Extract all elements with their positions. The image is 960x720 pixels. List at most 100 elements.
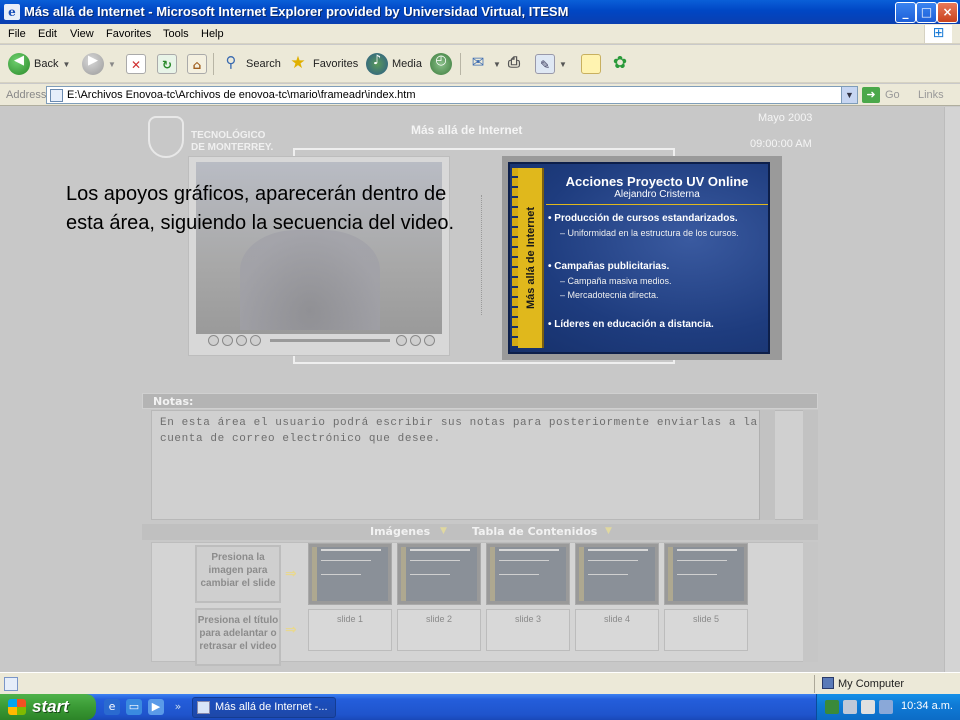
pause-icon[interactable] — [222, 335, 233, 346]
menu-help[interactable]: Help — [201, 28, 224, 40]
chevron-right-icon[interactable]: » — [170, 699, 186, 715]
back-dropdown-icon: ▼ — [62, 59, 71, 69]
home-icon: ⌂ — [187, 54, 207, 74]
desktop-quicklaunch-icon[interactable]: ▭ — [126, 699, 142, 715]
tray-icon[interactable] — [825, 700, 839, 714]
slide-bullet: • Líderes en educación a distancia. — [548, 319, 714, 330]
chevron-down-icon: ▼ — [440, 526, 447, 536]
tray-icon[interactable] — [843, 700, 857, 714]
window-title: Más allá de Internet - Microsoft Interne… — [24, 4, 569, 19]
forward-arrow-icon: ▶ — [82, 53, 104, 75]
thumbnail[interactable]: slide 3 — [486, 543, 570, 651]
refresh-button[interactable]: ↻ — [157, 51, 177, 77]
back-button[interactable]: ◀ Back ▼ — [8, 51, 70, 77]
address-bar: Address E:\Archivos Enovoa-tc\Archivos d… — [0, 84, 960, 106]
slide-viewer[interactable]: Más allá de Internet Acciones Proyecto U… — [502, 156, 782, 360]
messenger-button[interactable]: ✿ — [609, 51, 631, 77]
menu-view[interactable]: View — [70, 28, 94, 40]
links-button[interactable]: Links — [918, 89, 944, 101]
thumbnail-label[interactable]: slide 2 — [397, 609, 481, 651]
refresh-icon: ↻ — [157, 54, 177, 74]
go-button[interactable]: Go — [885, 89, 900, 101]
arrow-right-icon: ⇒ — [285, 566, 297, 582]
taskbar-ie-window[interactable]: Más allá de Internet -... — [192, 697, 336, 718]
thumbnail-label[interactable]: slide 4 — [575, 609, 659, 651]
rewind-icon[interactable] — [250, 335, 261, 346]
go-arrow-icon[interactable]: ➜ — [862, 87, 880, 103]
thumbnail[interactable]: slide 2 — [397, 543, 481, 651]
tray-icon[interactable] — [879, 700, 893, 714]
callout-text: Los apoyos gráficos, aparecerán dentro d… — [66, 183, 455, 234]
volume-icon[interactable] — [396, 335, 407, 346]
discuss-button[interactable] — [581, 51, 601, 77]
thumbnail-label[interactable]: slide 3 — [486, 609, 570, 651]
edit-button[interactable]: ✎ ▼ — [535, 51, 567, 77]
home-button[interactable]: ⌂ — [187, 51, 207, 77]
tab-images[interactable]: Imágenes — [370, 525, 430, 538]
menu-edit[interactable]: Edit — [38, 28, 57, 40]
printer-icon: ⎙ — [507, 53, 520, 71]
search-button[interactable]: ⚲ Search — [220, 51, 281, 77]
tray-icon[interactable] — [861, 700, 875, 714]
close-button[interactable]: × — [937, 2, 958, 23]
hint-advance-video: Presiona el título para adelantar o retr… — [195, 608, 281, 666]
window-title-bar: e Más allá de Internet - Microsoft Inter… — [0, 0, 960, 24]
minimize-button[interactable]: _ — [895, 2, 916, 23]
slide-side-label: Más allá de Internet — [525, 206, 537, 310]
video-controls — [206, 334, 442, 348]
thumbnail[interactable]: slide 4 — [575, 543, 659, 651]
forward-button[interactable]: ▶ ▼ — [82, 51, 116, 77]
thumbnail-image[interactable] — [308, 543, 392, 605]
media-button[interactable]: ♪ Media — [366, 51, 422, 77]
thumbnails-scrollbar[interactable] — [803, 542, 818, 662]
options-icon[interactable] — [424, 335, 435, 346]
address-label: Address — [6, 89, 47, 101]
taskbar-task-label: Más allá de Internet -... — [215, 701, 328, 713]
start-button[interactable]: start — [0, 694, 96, 720]
notes-scrollbar[interactable] — [759, 410, 775, 520]
print-button[interactable]: ⎙ — [503, 51, 525, 77]
page-scrollbar[interactable] — [944, 107, 960, 672]
tab-table-of-contents[interactable]: Tabla de Contenidos — [472, 525, 597, 538]
seal-icon — [148, 116, 184, 158]
menu-favorites[interactable]: Favorites — [106, 28, 151, 40]
slide-bullet: • Campañas publicitarias. — [548, 261, 670, 272]
divider — [481, 195, 482, 315]
history-button[interactable]: ◴ — [430, 51, 452, 77]
video-seek-bar[interactable] — [270, 339, 390, 342]
frame-scrollbar[interactable] — [803, 410, 818, 520]
thumbnail[interactable]: slide 5 — [664, 543, 748, 651]
windows-flag-icon — [8, 699, 26, 715]
thumbnail-image[interactable] — [575, 543, 659, 605]
address-input[interactable]: E:\Archivos Enovoa-tc\Archivos de enovoa… — [46, 86, 858, 104]
menu-file[interactable]: File — [8, 28, 26, 40]
thumbnail-label[interactable]: slide 5 — [664, 609, 748, 651]
clock: 10:34 a.m. — [901, 700, 953, 712]
ie-quicklaunch-icon[interactable]: e — [104, 699, 120, 715]
maximize-button[interactable]: □ — [916, 2, 937, 23]
thumbnail-image[interactable] — [397, 543, 481, 605]
page-title: Más allá de Internet — [411, 123, 523, 137]
hint-change-slide: Presiona la imagen para cambiar el slide — [195, 545, 281, 603]
thumbnail[interactable]: slide 1 — [308, 543, 392, 651]
media-quicklaunch-icon[interactable]: ▶ — [148, 699, 164, 715]
chevron-down-icon: ▼ — [605, 526, 612, 536]
mail-icon: ✉ — [471, 53, 485, 71]
fullscreen-icon[interactable] — [410, 335, 421, 346]
thumbnail-image[interactable] — [664, 543, 748, 605]
notes-label: Notas: — [153, 395, 194, 408]
edit-dropdown-icon: ▼ — [559, 59, 567, 69]
mail-button[interactable]: ✉ ▼ — [467, 51, 501, 77]
thumbnail-label[interactable]: slide 1 — [308, 609, 392, 651]
stop-video-icon[interactable] — [236, 335, 247, 346]
thumbnail-image[interactable] — [486, 543, 570, 605]
back-arrow-icon: ◀ — [8, 53, 30, 75]
menu-tools[interactable]: Tools — [163, 28, 189, 40]
favorites-button[interactable]: ★ Favorites — [287, 51, 358, 77]
play-icon[interactable] — [208, 335, 219, 346]
address-dropdown-icon[interactable]: ▼ — [841, 87, 857, 103]
address-value: E:\Archivos Enovoa-tc\Archivos de enovoa… — [67, 89, 416, 101]
stop-button[interactable]: ✕ — [126, 51, 146, 77]
menu-bar: File Edit View Favorites Tools Help ⊞ — [0, 24, 960, 44]
system-tray: 10:34 a.m. — [816, 694, 960, 720]
